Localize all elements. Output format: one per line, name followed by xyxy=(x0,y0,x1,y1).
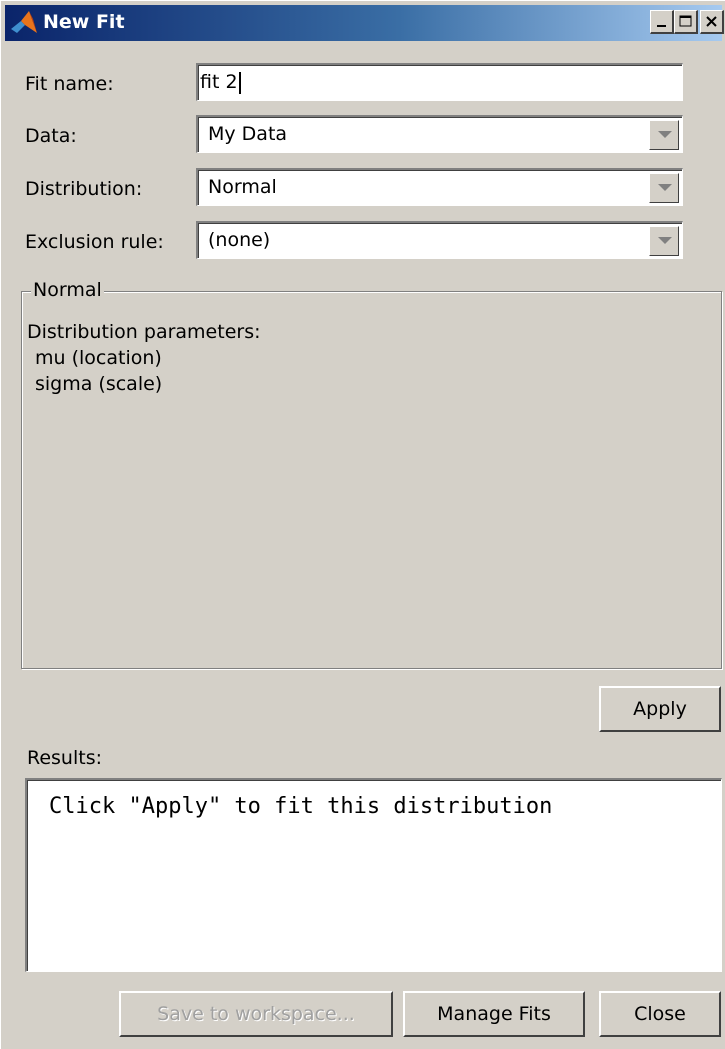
chevron-down-icon xyxy=(658,237,672,244)
results-message: Click "Apply" to fit this distribution xyxy=(49,794,553,819)
results-text-area[interactable]: Click "Apply" to fit this distribution xyxy=(25,778,722,972)
distribution-label: Distribution: xyxy=(25,178,143,200)
new-fit-window: New Fit Fit name: fit 2 Data: My Data Di… xyxy=(0,0,725,1049)
fit-name-value: fit 2 xyxy=(200,71,238,93)
minimize-icon xyxy=(657,25,666,27)
manage-fits-button[interactable]: Manage Fits xyxy=(403,991,585,1037)
close-button[interactable]: Close xyxy=(599,991,721,1037)
exclusion-rule-select[interactable]: (none) xyxy=(196,221,683,259)
title-bar[interactable]: New Fit xyxy=(5,5,724,41)
fit-name-label: Fit name: xyxy=(25,73,114,95)
data-label: Data: xyxy=(25,125,77,147)
group-title: Normal xyxy=(31,279,104,301)
maximize-icon xyxy=(679,15,692,27)
data-dropdown-button[interactable] xyxy=(649,120,679,150)
save-to-workspace-button[interactable]: Save to workspace... xyxy=(119,991,393,1037)
matlab-logo-icon xyxy=(11,11,37,33)
data-select[interactable]: My Data xyxy=(196,115,683,153)
close-icon xyxy=(706,16,717,27)
results-label: Results: xyxy=(27,747,103,769)
text-caret xyxy=(238,71,241,94)
chevron-down-icon xyxy=(658,184,672,191)
exclusion-rule-dropdown-button[interactable] xyxy=(649,226,679,256)
apply-button[interactable]: Apply xyxy=(599,686,721,732)
exclusion-rule-label: Exclusion rule: xyxy=(25,231,164,253)
parameters-heading: Distribution parameters: xyxy=(27,321,261,343)
chevron-down-icon xyxy=(658,131,672,138)
maximize-button[interactable] xyxy=(674,10,698,34)
parameter-item: mu (location) xyxy=(35,347,162,369)
data-value: My Data xyxy=(208,123,288,145)
exclusion-rule-value: (none) xyxy=(208,229,271,251)
window-title: New Fit xyxy=(43,11,125,33)
minimize-button[interactable] xyxy=(650,10,674,34)
close-window-button[interactable] xyxy=(700,10,724,34)
parameter-item: sigma (scale) xyxy=(35,373,163,395)
distribution-dropdown-button[interactable] xyxy=(649,173,679,203)
fit-name-input[interactable]: fit 2 xyxy=(196,63,683,101)
distribution-value: Normal xyxy=(208,176,277,198)
distribution-select[interactable]: Normal xyxy=(196,168,683,206)
